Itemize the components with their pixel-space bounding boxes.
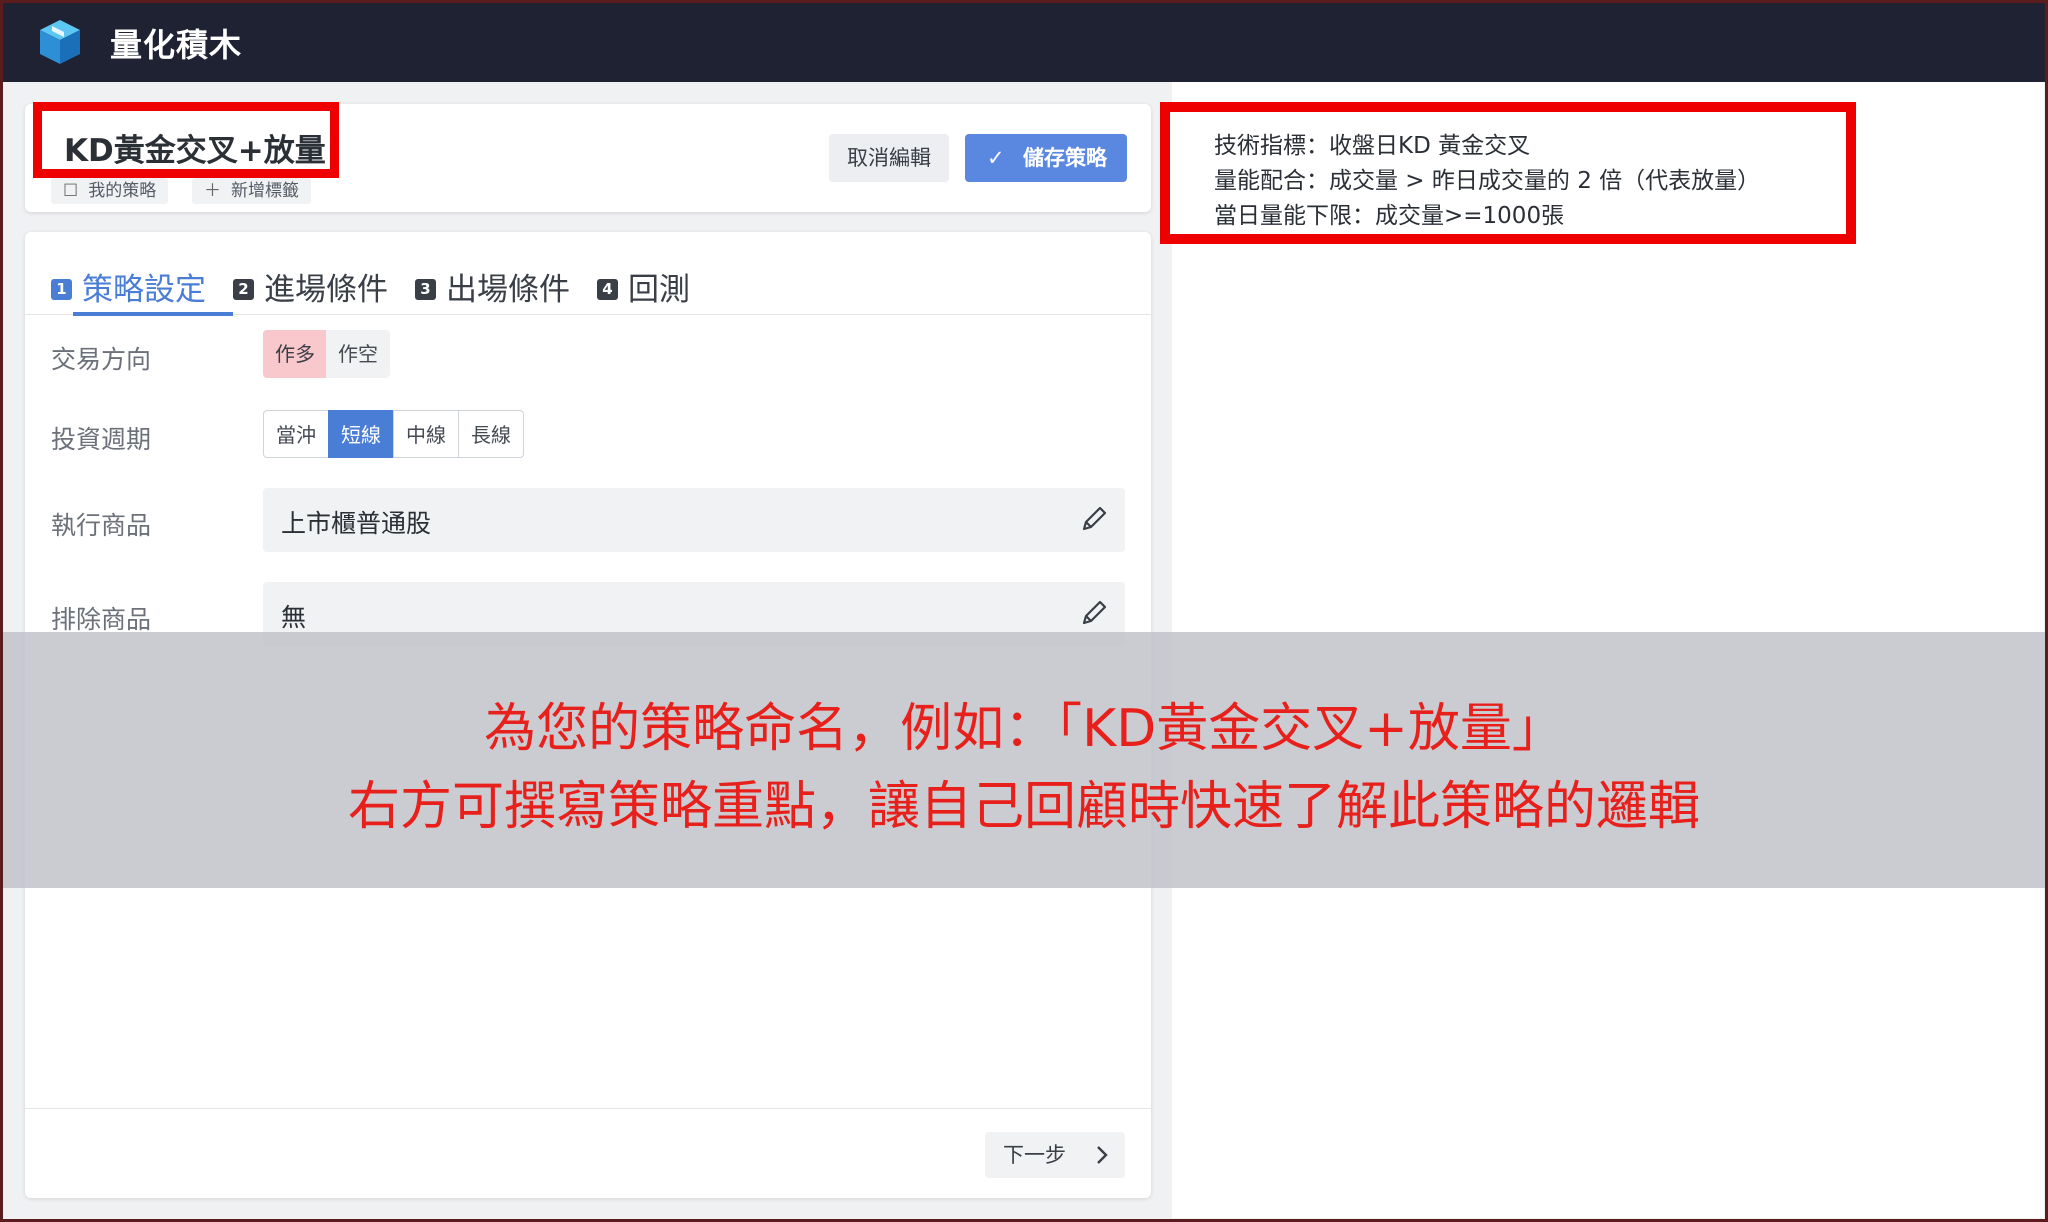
tab-label: 出場條件: [446, 272, 570, 308]
direction-toggle: 作多 作空: [263, 330, 390, 378]
note-line: 當日量能下限：成交量>=1000張: [1214, 203, 1565, 229]
tab-backtest[interactable]: 4 回測: [597, 264, 690, 314]
tab-number: 2: [233, 279, 254, 300]
top-bar: 量化積木: [0, 0, 2048, 82]
plus-icon: ＋: [204, 181, 221, 201]
add-tag-label: 新增標籤: [231, 181, 299, 201]
overlay-line-1: 為您的策略命名，例如：「KD黃金交叉+放量」: [484, 699, 1564, 759]
tab-entry-conditions[interactable]: 2 進場條件: [233, 264, 388, 314]
next-step-label: 下一步: [1003, 1143, 1066, 1167]
period-short-option[interactable]: 短線: [328, 410, 394, 458]
save-strategy-button[interactable]: ✓ 儲存策略: [965, 134, 1127, 182]
overlay-line-2: 右方可撰寫策略重點，讓自己回顧時快速了解此策略的邏輯: [347, 777, 1700, 837]
check-icon: ✓: [987, 146, 1005, 170]
note-line: 技術指標：收盤日KD 黃金交叉: [1214, 133, 1531, 159]
tab-exit-conditions[interactable]: 3 出場條件: [415, 264, 570, 314]
checkbox-icon: ☐: [63, 181, 79, 201]
exclude-value: 無: [281, 603, 307, 632]
product-field[interactable]: 上市櫃普通股: [263, 488, 1125, 552]
period-mid-option[interactable]: 中線: [393, 410, 459, 458]
tab-label: 進場條件: [264, 272, 388, 308]
tab-strategy-settings[interactable]: 1 策略設定: [51, 264, 206, 314]
direction-short-option[interactable]: 作空: [326, 330, 390, 378]
direction-label: 交易方向: [51, 345, 152, 374]
add-tag-button[interactable]: ＋ 新增標籤: [192, 178, 311, 204]
tab-number: 1: [51, 279, 72, 300]
edit-pencil-icon[interactable]: [1079, 504, 1109, 534]
my-strategy-tag[interactable]: ☐ 我的策略: [51, 178, 169, 204]
period-long-option[interactable]: 長線: [458, 410, 524, 458]
cube-logo-icon: [40, 20, 80, 64]
cancel-edit-button[interactable]: 取消編輯: [829, 134, 949, 182]
strategy-name-input[interactable]: KD黃金交叉+放量: [64, 125, 326, 170]
strategy-name-highlight[interactable]: KD黃金交叉+放量: [33, 102, 339, 178]
direction-long-option[interactable]: 作多: [263, 330, 327, 378]
active-tab-underline: [73, 312, 233, 316]
exclude-label: 排除商品: [51, 605, 152, 634]
period-daytrade-option[interactable]: 當沖: [263, 410, 329, 458]
save-strategy-label: 儲存策略: [1023, 146, 1107, 170]
tab-number: 3: [415, 279, 436, 300]
card-footer-divider: [25, 1108, 1151, 1109]
product-label: 執行商品: [51, 511, 152, 540]
period-toggle: 當沖 短線 中線 長線: [263, 410, 524, 458]
app-title: 量化積木: [110, 26, 243, 64]
period-label: 投資週期: [51, 425, 152, 454]
tab-number: 4: [597, 279, 618, 300]
product-value: 上市櫃普通股: [281, 509, 432, 538]
note-line: 量能配合：成交量 > 昨日成交量的 2 倍（代表放量）: [1214, 168, 1761, 194]
my-strategy-label: 我的策略: [88, 181, 157, 201]
strategy-header-card: ☐ 我的策略 ＋ 新增標籤 KD黃金交叉+放量 取消編輯 ✓ 儲存策略: [25, 102, 1151, 212]
chevron-right-icon: [1097, 1146, 1108, 1164]
tab-label: 策略設定: [82, 272, 206, 308]
tab-label: 回測: [628, 272, 690, 308]
next-step-button[interactable]: 下一步: [985, 1132, 1125, 1178]
tutorial-overlay: 為您的策略命名，例如：「KD黃金交叉+放量」 右方可撰寫策略重點，讓自己回顧時快…: [0, 632, 2048, 888]
step-tabs: 1 策略設定 2 進場條件 3 出場條件 4 回測: [25, 252, 1151, 316]
strategy-notes-highlight[interactable]: 技術指標：收盤日KD 黃金交叉 量能配合：成交量 > 昨日成交量的 2 倍（代表…: [1160, 102, 1856, 244]
edit-pencil-icon[interactable]: [1079, 598, 1109, 628]
